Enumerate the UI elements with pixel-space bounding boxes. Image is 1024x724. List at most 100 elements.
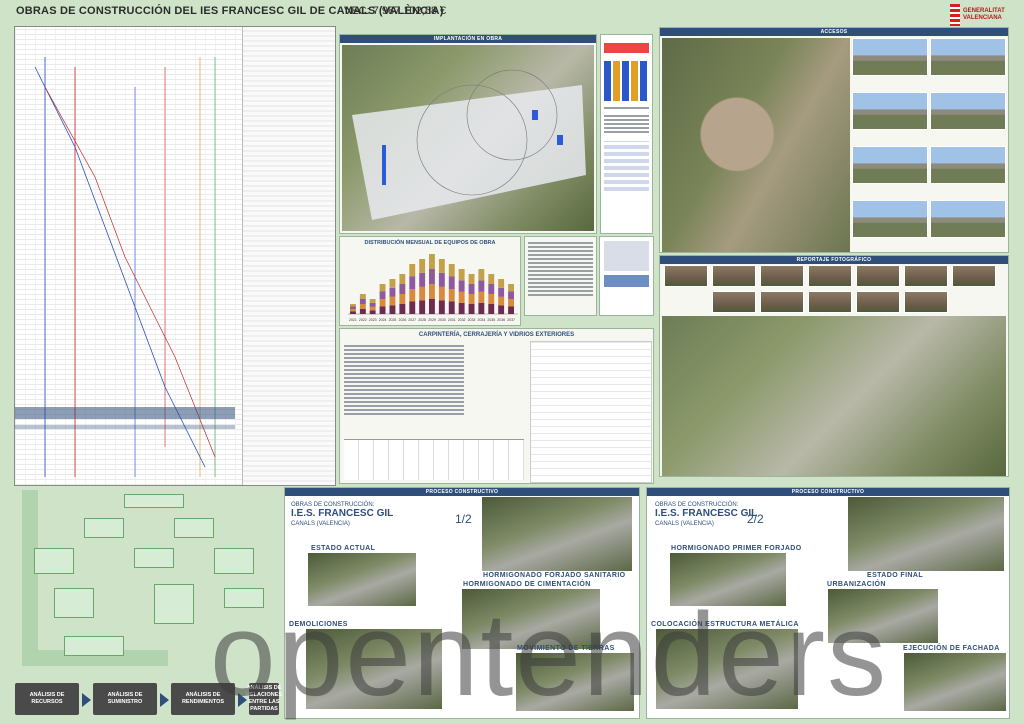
bar-segment [429, 284, 435, 299]
tick-label: 2031 [448, 318, 456, 322]
tick-label: 2032 [458, 318, 466, 322]
gantt-table [242, 27, 335, 485]
tick-label: 2035 [487, 318, 495, 322]
report-photo [664, 265, 708, 287]
bar-segment [498, 287, 505, 297]
part-number: 1/2 [455, 512, 472, 526]
proceso-title-left: PROCESO CONSTRUCTIVO [285, 488, 639, 496]
site-mini-plan [599, 236, 654, 316]
bar-segment [488, 274, 495, 284]
tick-label: 2034 [478, 318, 486, 322]
school-name: I.E.S. FRANCESC GIL [655, 508, 758, 519]
stage-label: ESTADO ACTUAL [311, 545, 376, 552]
bar-segment [488, 294, 495, 304]
bar-segment [498, 305, 505, 315]
proceso-title-right: PROCESO CONSTRUCTIVO [647, 488, 1009, 496]
tick-label: 2025 [389, 318, 397, 322]
bar-segment [369, 302, 376, 307]
stage-label: HORMIGONADO FORJADO SANITARIO [483, 572, 626, 579]
report-photo [712, 265, 756, 287]
bar-segment [438, 286, 445, 301]
tick-label: 2026 [399, 318, 407, 322]
bar-segment [448, 301, 455, 314]
bar-segment [399, 294, 406, 304]
bar-segment [379, 291, 386, 299]
bar-segment [409, 301, 416, 314]
carpinteria-title: CARPINTERÍA, CERRAJERÍA Y VIDRIOS EXTERI… [418, 332, 575, 338]
bar-segment [478, 269, 485, 281]
bar-segment [438, 300, 445, 315]
tick-label: 2022 [359, 318, 367, 322]
tick-label: 2029 [428, 318, 436, 322]
bar-segment [389, 305, 396, 315]
generalitat-logo: GENERALITAT VALENCIANA [950, 2, 1016, 28]
bar-segment [478, 280, 485, 292]
bar-segment [429, 269, 435, 284]
carpinteria-panel: CARPINTERÍA, CERRAJERÍA Y VIDRIOS EXTERI… [339, 328, 654, 484]
bar-segment [448, 264, 455, 277]
stage-label: EJECUCIÓN DE FACHADA [903, 645, 1000, 652]
bar-segment [359, 299, 366, 304]
bar-segment [379, 306, 386, 314]
stage-label: HORMIGONADO DE CIMENTACIÓN [463, 581, 591, 588]
chart-title: DISTRIBUCIÓN MENSUAL DE EQUIPOS DE OBRA [364, 240, 496, 246]
bar-segment [409, 276, 416, 289]
bar-segment [468, 294, 475, 304]
bar-segment [429, 254, 435, 269]
report-photo [904, 291, 948, 313]
access-photo [852, 146, 928, 184]
access-photo [930, 200, 1006, 238]
accesos-panel: ACCESOS [659, 27, 1009, 253]
bar-segment [350, 311, 356, 314]
location-map [662, 38, 850, 252]
tick-label: 2024 [379, 318, 387, 322]
tick-label: 2021 [349, 318, 357, 322]
logo-line-2: VALENCIANA [963, 15, 1002, 21]
school-name: I.E.S. FRANCESC GIL [291, 508, 394, 519]
access-photo [852, 38, 928, 76]
site-plan-image [342, 45, 594, 231]
stage-label: ESTADO FINAL [867, 572, 924, 579]
bar-segment [488, 284, 495, 294]
bar-segment [350, 306, 356, 309]
bar-segment [359, 309, 366, 314]
bar-segment [458, 291, 465, 303]
bar-segment [409, 289, 416, 302]
render-forjado-sanitario [481, 496, 633, 572]
bar-segment [379, 284, 386, 292]
flow-step-suministro: ANÁLISIS DE SUMINISTRO [93, 683, 157, 715]
town-name: CANALS (VALENCIA) [291, 521, 350, 527]
reportaje-title: REPORTAJE FOTOGRÁFICO [660, 256, 1008, 264]
tick-label: 2023 [369, 318, 377, 322]
report-photo [808, 291, 852, 313]
bar-segment [438, 259, 445, 273]
bar-segment [508, 299, 514, 307]
bar-segment [488, 304, 495, 314]
bar-segment [389, 287, 396, 297]
tick-label: 2033 [468, 318, 476, 322]
bar-segment [409, 264, 416, 277]
flow-step-recursos: ANÁLISIS DE RECURSOS [15, 683, 79, 715]
bar-segment [369, 310, 376, 315]
tick-label: 2030 [438, 318, 446, 322]
bar-segment [508, 306, 514, 314]
bar-segment [468, 304, 475, 314]
stage-label: URBANIZACIÓN [827, 581, 886, 588]
bar-segment [448, 276, 455, 289]
arrow-right-icon [82, 693, 91, 707]
access-photo [930, 92, 1006, 130]
bar-segment [508, 284, 514, 292]
bar-segment [399, 284, 406, 294]
bar-segment [468, 284, 475, 294]
implantacion-panel: IMPLANTACIÓN EN OBRA [339, 34, 597, 234]
report-photo [808, 265, 852, 287]
aerial-photo [662, 316, 1006, 476]
flag-icon [950, 4, 960, 26]
bar-segment [389, 296, 396, 306]
bar-segment [359, 294, 366, 299]
bar-segment [399, 274, 406, 284]
distribution-chart: 2021 2022 2023 2024 2025 2026 2027 2028 2029 2030… [348, 254, 518, 322]
report-photo [952, 265, 996, 287]
bar-segment [498, 279, 505, 288]
bar-segment [478, 302, 485, 315]
